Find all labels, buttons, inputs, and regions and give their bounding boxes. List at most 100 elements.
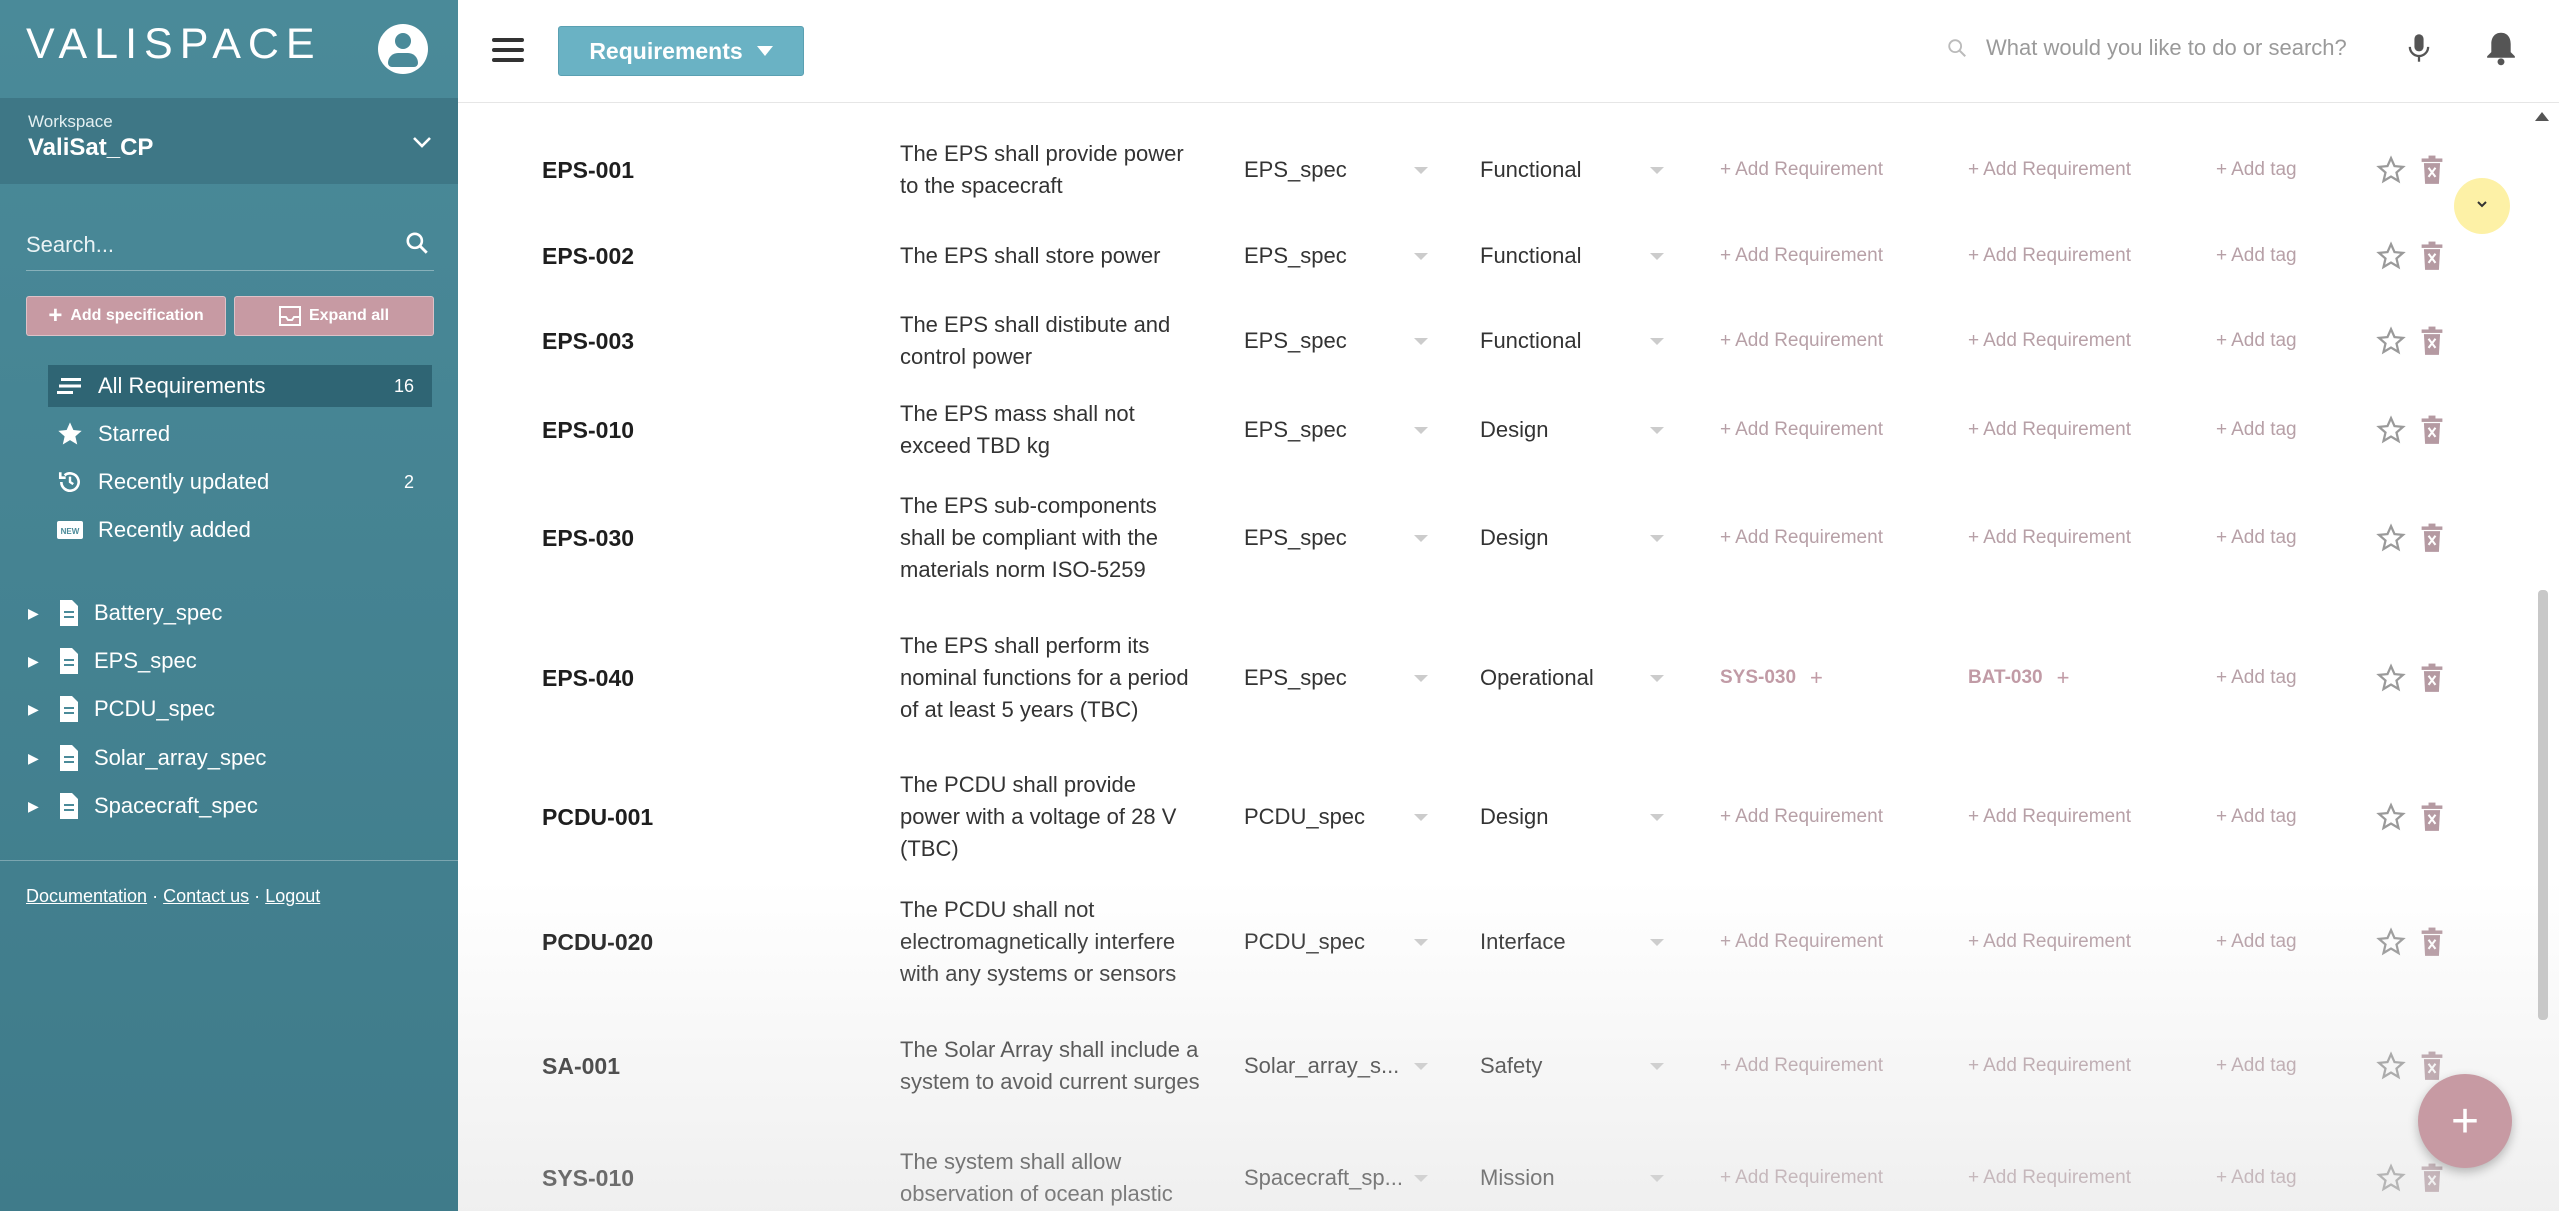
specification-select[interactable]: PCDU_spec <box>1244 880 1434 1004</box>
delete-icon[interactable] <box>2418 663 2446 693</box>
add-specification-button[interactable]: + Add specification <box>26 296 226 336</box>
table-row[interactable]: EPS-001 The EPS shall provide power to t… <box>516 137 2476 203</box>
type-select[interactable]: Design <box>1480 755 1660 879</box>
logout-link[interactable]: Logout <box>265 886 320 906</box>
requirement-text[interactable]: The EPS shall distibute and control powe… <box>900 306 1200 376</box>
requirement-id[interactable]: EPS-003 <box>542 306 634 376</box>
parent-requirement-link[interactable]: SYS-030 <box>1720 667 1796 689</box>
table-row[interactable]: EPS-040 The EPS shall perform its nomina… <box>516 603 2476 753</box>
specification-select[interactable]: EPS_spec <box>1244 306 1434 376</box>
requirement-text[interactable]: The PCDU shall not electromagnetically i… <box>900 880 1200 1004</box>
delete-icon[interactable] <box>2418 1051 2446 1081</box>
type-select[interactable]: Safety <box>1480 1004 1660 1128</box>
user-avatar-icon[interactable] <box>378 24 428 74</box>
add-parent-requirement[interactable]: Add Requirement <box>1735 527 1883 549</box>
add-parent-requirement[interactable]: Add Requirement <box>1735 330 1883 352</box>
add-child-requirement[interactable]: Add Requirement <box>1983 527 2131 549</box>
dropdown-caret-icon[interactable] <box>1650 166 1664 174</box>
scrollbar-thumb[interactable] <box>2538 590 2548 1020</box>
requirement-id[interactable]: SA-001 <box>542 1004 620 1128</box>
delete-icon[interactable] <box>2418 1163 2446 1193</box>
dropdown-caret-icon[interactable] <box>1650 337 1664 345</box>
dropdown-caret-icon[interactable] <box>1414 1174 1428 1182</box>
add-parent-requirement[interactable]: Add Requirement <box>1735 159 1883 181</box>
add-tag-button[interactable]: Add tag <box>2231 1055 2297 1077</box>
dropdown-caret-icon[interactable] <box>1414 813 1428 821</box>
delete-icon[interactable] <box>2418 155 2446 185</box>
star-outline-icon[interactable] <box>2376 326 2406 356</box>
dropdown-caret-icon[interactable] <box>1650 1174 1664 1182</box>
add-parent-requirement[interactable]: Add Requirement <box>1735 419 1883 441</box>
sidebar-search-input[interactable]: Search... <box>26 220 434 271</box>
microphone-icon[interactable] <box>2405 32 2433 64</box>
requirement-text[interactable]: The PCDU shall provide power with a volt… <box>900 755 1200 879</box>
specification-select[interactable]: EPS_spec <box>1244 223 1434 289</box>
delete-icon[interactable] <box>2418 523 2446 553</box>
add-child-requirement[interactable]: Add Requirement <box>1983 330 2131 352</box>
dropdown-caret-icon[interactable] <box>1650 1062 1664 1070</box>
requirement-text[interactable]: The EPS shall provide power to the space… <box>900 137 1200 203</box>
requirement-text[interactable]: The EPS shall store power <box>900 223 1200 289</box>
documentation-link[interactable]: Documentation <box>26 886 147 906</box>
add-requirement-fab[interactable]: + <box>2418 1074 2512 1168</box>
table-row[interactable]: EPS-030 The EPS sub-components shall be … <box>516 475 2476 601</box>
add-tag-button[interactable]: Add tag <box>2231 667 2297 689</box>
requirement-id[interactable]: EPS-010 <box>542 395 634 465</box>
nav-starred[interactable]: Starred <box>48 413 432 455</box>
delete-icon[interactable] <box>2418 241 2446 271</box>
add-parent-requirement[interactable]: Add Requirement <box>1735 806 1883 828</box>
requirement-text[interactable]: The EPS sub-components shall be complian… <box>900 475 1200 601</box>
specification-select[interactable]: EPS_spec <box>1244 395 1434 465</box>
delete-icon[interactable] <box>2418 415 2446 445</box>
requirement-id[interactable]: PCDU-020 <box>542 880 653 1004</box>
specification-select[interactable]: Spacecraft_sp... <box>1244 1128 1434 1228</box>
add-parent-requirement[interactable]: Add Requirement <box>1735 245 1883 267</box>
add-child-requirement[interactable]: Add Requirement <box>1983 159 2131 181</box>
dropdown-caret-icon[interactable] <box>1650 252 1664 260</box>
specification-select[interactable]: PCDU_spec <box>1244 755 1434 879</box>
add-parent-requirement[interactable]: Add Requirement <box>1735 1055 1883 1077</box>
specification-select[interactable]: EPS_spec <box>1244 475 1434 601</box>
dropdown-caret-icon[interactable] <box>1414 166 1428 174</box>
delete-icon[interactable] <box>2418 802 2446 832</box>
requirement-text[interactable]: The EPS shall perform its nominal functi… <box>900 603 1200 753</box>
table-row[interactable]: EPS-003 The EPS shall distibute and cont… <box>516 306 2476 376</box>
tree-item-solar-array-spec[interactable]: ▶ Solar_array_spec <box>28 738 266 778</box>
add-child-requirement[interactable]: Add Requirement <box>1983 806 2131 828</box>
add-child-requirement[interactable]: Add Requirement <box>1983 1167 2131 1189</box>
tree-item-pcdu-spec[interactable]: ▶ PCDU_spec <box>28 689 215 729</box>
expand-triangle-icon[interactable]: ▶ <box>28 701 42 718</box>
dropdown-caret-icon[interactable] <box>1650 426 1664 434</box>
add-tag-button[interactable]: Add tag <box>2231 931 2297 953</box>
dropdown-caret-icon[interactable] <box>1650 534 1664 542</box>
expand-all-button[interactable]: Expand all <box>234 296 434 336</box>
dropdown-caret-icon[interactable] <box>1414 337 1428 345</box>
dropdown-caret-icon[interactable] <box>1414 1062 1428 1070</box>
specification-select[interactable]: EPS_spec <box>1244 603 1434 753</box>
star-outline-icon[interactable] <box>2376 415 2406 445</box>
star-outline-icon[interactable] <box>2376 155 2406 185</box>
add-child-requirement[interactable]: Add Requirement <box>1983 419 2131 441</box>
add-tag-button[interactable]: Add tag <box>2231 527 2297 549</box>
dropdown-caret-icon[interactable] <box>1650 813 1664 821</box>
table-row[interactable]: EPS-010 The EPS mass shall not exceed TB… <box>516 395 2476 465</box>
chevron-down-icon[interactable] <box>410 130 434 154</box>
add-tag-button[interactable]: Add tag <box>2231 245 2297 267</box>
requirement-id[interactable]: EPS-040 <box>542 603 634 753</box>
specification-select[interactable]: EPS_spec <box>1244 137 1434 203</box>
requirement-id[interactable]: EPS-030 <box>542 475 634 601</box>
requirement-text[interactable]: The system shall allow observation of oc… <box>900 1128 1200 1228</box>
star-outline-icon[interactable] <box>2376 663 2406 693</box>
dropdown-caret-icon[interactable] <box>1650 674 1664 682</box>
dropdown-caret-icon[interactable] <box>1414 534 1428 542</box>
plus-icon[interactable]: + <box>1810 665 1823 691</box>
child-requirement-link[interactable]: BAT-030 <box>1968 667 2043 689</box>
requirement-id[interactable]: EPS-002 <box>542 223 634 289</box>
tree-item-spacecraft-spec[interactable]: ▶ Spacecraft_spec <box>28 786 258 826</box>
delete-icon[interactable] <box>2418 927 2446 957</box>
expand-triangle-icon[interactable]: ▶ <box>28 798 42 815</box>
table-row[interactable]: EPS-002 The EPS shall store power EPS_sp… <box>516 223 2476 289</box>
dropdown-caret-icon[interactable] <box>1650 938 1664 946</box>
star-outline-icon[interactable] <box>2376 241 2406 271</box>
add-tag-button[interactable]: Add tag <box>2231 330 2297 352</box>
